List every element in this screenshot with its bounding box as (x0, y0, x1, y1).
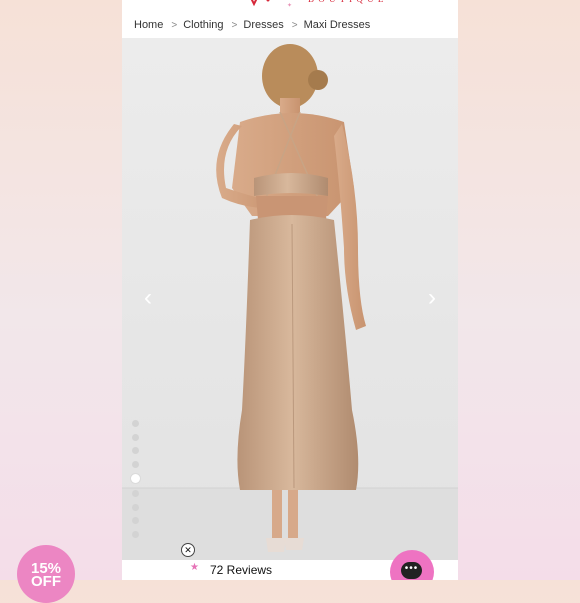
gallery-dot[interactable] (132, 489, 139, 497)
reviews-link[interactable]: 72 Reviews (210, 563, 272, 577)
discount-badge[interactable]: 15% OFF (17, 545, 75, 603)
next-image-button[interactable]: › (420, 286, 444, 310)
chat-bubble-icon: ••• (401, 562, 422, 579)
gallery-dot[interactable] (132, 433, 139, 441)
product-image-gallery[interactable]: ‹ › (122, 38, 458, 560)
breadcrumb-separator: > (291, 19, 298, 31)
discount-off-label: OFF (31, 573, 61, 590)
gallery-pagination (131, 420, 141, 544)
breadcrumb-clothing[interactable]: Clothing (183, 19, 223, 31)
breadcrumb-separator: > (231, 19, 238, 31)
gallery-dot[interactable] (132, 447, 139, 455)
product-page: B O U T I Q U E ✦ Home > Clothing > Dres… (122, 0, 458, 580)
breadcrumb: Home > Clothing > Dresses > Maxi Dresses (134, 18, 370, 32)
gallery-dot[interactable] (132, 503, 139, 511)
star-icon: ★ (190, 562, 199, 573)
breadcrumb-dresses[interactable]: Dresses (243, 19, 283, 31)
gallery-dot-active[interactable] (131, 474, 140, 484)
gallery-dot[interactable] (132, 530, 139, 538)
chevron-right-icon: › (428, 284, 436, 311)
previous-image-button[interactable]: ‹ (136, 286, 160, 310)
close-icon[interactable]: ✕ (181, 543, 195, 557)
store-logo[interactable]: B O U T I Q U E ✦ (182, 0, 402, 8)
breadcrumb-separator: > (171, 19, 178, 31)
chevron-left-icon: ‹ (144, 284, 152, 311)
gallery-dot[interactable] (132, 517, 139, 525)
product-photo (122, 38, 458, 560)
svg-text:✦: ✦ (287, 2, 292, 8)
breadcrumb-maxi-dresses[interactable]: Maxi Dresses (304, 19, 371, 31)
breadcrumb-home[interactable]: Home (134, 19, 163, 31)
gallery-dot[interactable] (132, 420, 139, 427)
svg-text:B O U T I Q U E: B O U T I Q U E (308, 0, 384, 4)
gallery-dot[interactable] (132, 460, 139, 468)
